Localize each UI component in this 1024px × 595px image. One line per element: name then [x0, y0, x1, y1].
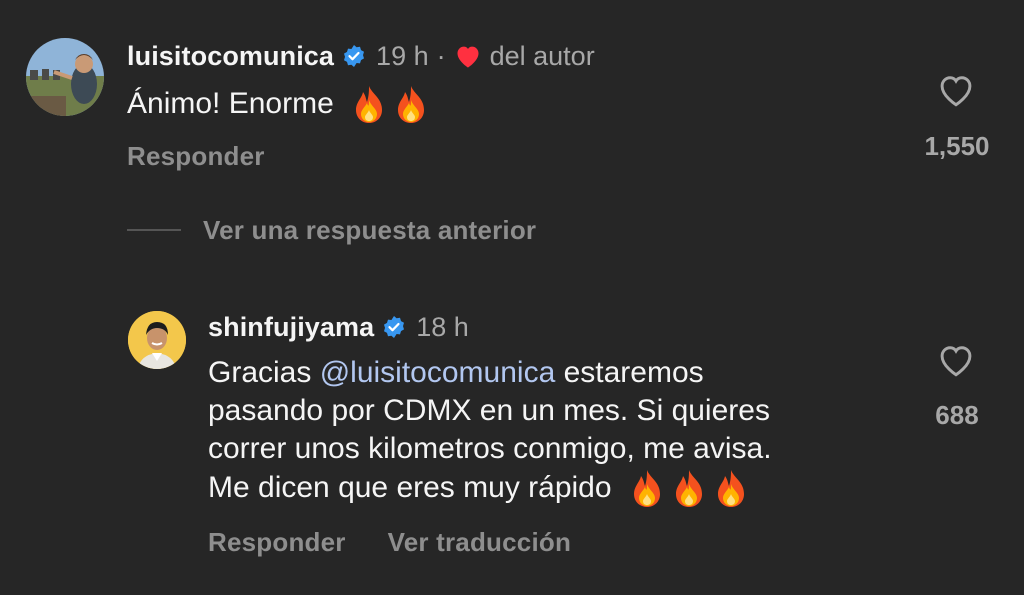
- meta-separator: ·: [436, 40, 446, 71]
- author-liked-label: del autor: [489, 40, 595, 71]
- view-previous-reply-label[interactable]: Ver una respuesta anterior: [203, 215, 536, 246]
- reply-button[interactable]: Responder: [127, 141, 265, 172]
- avatar-shinfujiyama[interactable]: [128, 311, 186, 369]
- comment-text-line: Gracias @luisitocomunica estaremos: [208, 356, 704, 389]
- comment-text: Gracias @luisitocomunica estaremos pasan…: [208, 354, 898, 508]
- heart-outline-icon: [940, 76, 972, 107]
- comment-username[interactable]: luisitocomunica: [127, 41, 334, 72]
- fire-emoji-icon: [664, 468, 706, 508]
- mention-link[interactable]: @luisitocomunica: [320, 356, 556, 389]
- like-button[interactable]: [936, 72, 980, 112]
- comment-text-line: Me dicen que eres muy rápido: [208, 468, 898, 508]
- verified-badge-icon: [382, 315, 406, 339]
- comment-text-line: pasando por CDMX en un mes. Si quieres: [208, 394, 770, 427]
- like-count: 688: [935, 400, 979, 430]
- comment-text-line: correr unos kilometros conmigo, me avisa…: [208, 432, 772, 465]
- fire-emoji-icon: [706, 468, 748, 508]
- reply-thread-divider: [127, 229, 181, 231]
- translate-button[interactable]: Ver traducción: [388, 527, 571, 558]
- verified-badge-icon: [342, 44, 366, 68]
- avatar-luisitocomunica[interactable]: [26, 38, 104, 116]
- comment-timestamp: 18 h: [416, 311, 469, 342]
- like-count: 1,550: [924, 131, 990, 161]
- fire-emoji-icon: [622, 468, 664, 508]
- fire-emoji-icon: [386, 84, 428, 124]
- like-button[interactable]: [936, 342, 980, 382]
- reply-button[interactable]: Responder: [208, 527, 346, 558]
- comment-username[interactable]: shinfujiyama: [208, 312, 374, 343]
- author-liked-heart-icon: [454, 43, 482, 69]
- fire-emoji-icon: [344, 84, 386, 124]
- view-previous-reply[interactable]: Ver una respuesta anterior: [127, 212, 536, 248]
- heart-outline-icon: [940, 346, 972, 377]
- comment-text: Ánimo! Enorme: [127, 87, 334, 120]
- comment-timestamp: 19 h: [376, 40, 429, 71]
